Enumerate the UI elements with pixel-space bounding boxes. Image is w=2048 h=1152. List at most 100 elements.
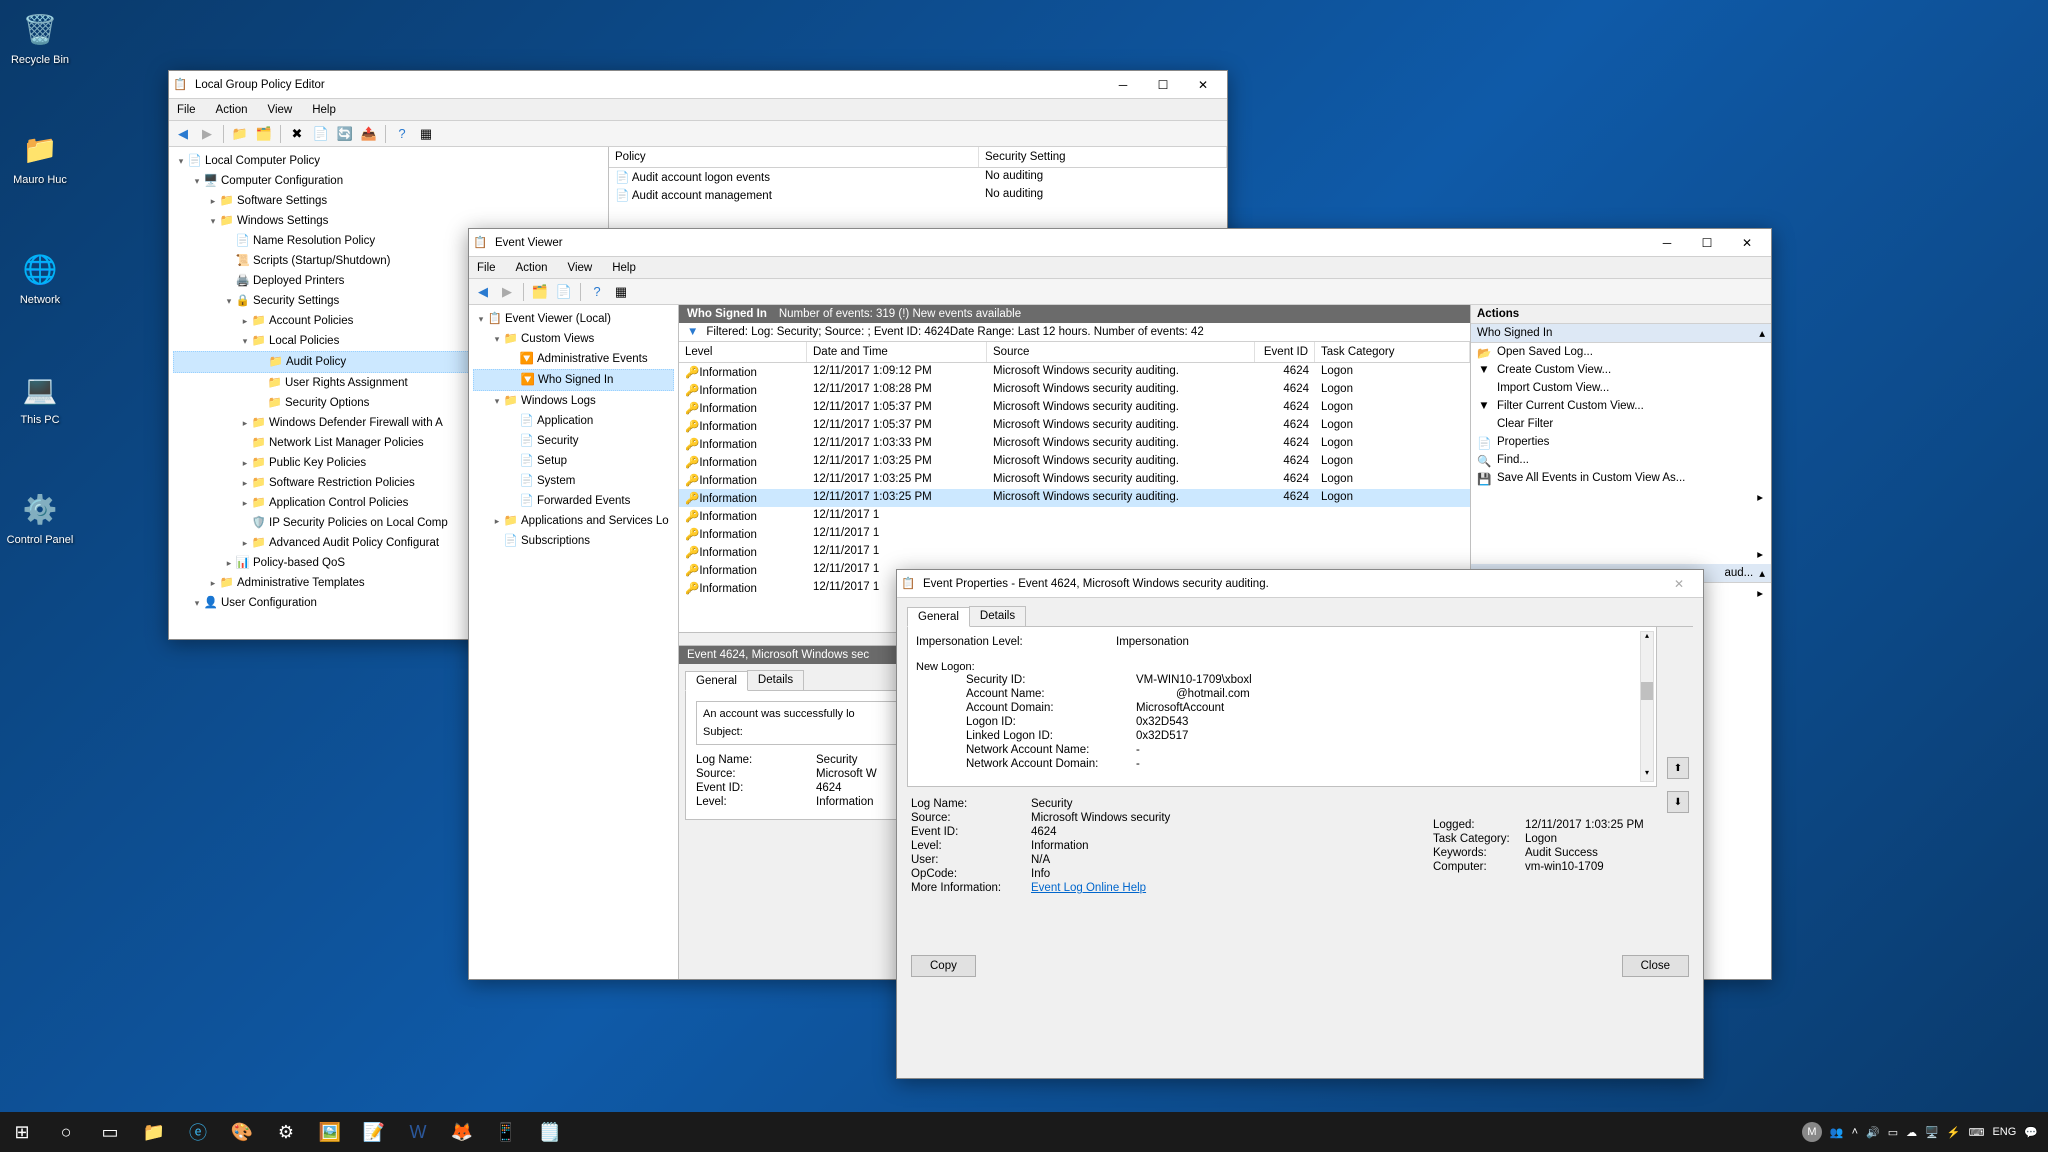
expand-icon[interactable]: ▾ <box>207 212 219 230</box>
edge-button[interactable]: ⓔ <box>176 1112 220 1152</box>
event-row[interactable]: 🔑Information12/11/2017 1:03:25 PMMicroso… <box>679 453 1470 471</box>
show-hide-tree-button[interactable]: 🗂️ <box>530 282 550 302</box>
forward-button[interactable]: ▶ <box>197 124 217 144</box>
help-button[interactable]: ? <box>587 282 607 302</box>
paint-button[interactable]: 🎨 <box>220 1112 264 1152</box>
scroll-thumb[interactable] <box>1641 682 1653 700</box>
people-icon[interactable]: 👥 <box>1830 1126 1844 1139</box>
tree-node[interactable]: 📄Setup <box>473 451 674 471</box>
settings-button[interactable]: ⚙ <box>264 1112 308 1152</box>
expand-icon[interactable]: ▸ <box>239 494 251 512</box>
menu-view[interactable]: View <box>264 102 297 118</box>
action-item[interactable]: ▼Create Custom View... <box>1471 361 1771 379</box>
delete-button[interactable]: ✖ <box>287 124 307 144</box>
app-button[interactable]: 📱 <box>484 1112 528 1152</box>
column-security-setting[interactable]: Security Setting <box>979 147 1227 167</box>
column-source[interactable]: Source <box>987 342 1255 362</box>
start-button[interactable]: ⊞ <box>0 1112 44 1152</box>
task-view-button[interactable]: ▭ <box>88 1112 132 1152</box>
keyboard-icon[interactable]: ⌨ <box>1969 1126 1985 1139</box>
tree-node[interactable]: 📄Security <box>473 431 674 451</box>
expand-icon[interactable]: ▸ <box>239 534 251 552</box>
action-item[interactable]: 📂Open Saved Log... <box>1471 343 1771 361</box>
scroll-right-icon[interactable]: ▸ <box>1757 547 1763 561</box>
action-item[interactable]: Import Custom View... <box>1471 379 1771 397</box>
expand-icon[interactable]: ▾ <box>475 310 487 328</box>
eventviewer-tree[interactable]: ▾📋Event Viewer (Local)▾📁Custom Views🔽Adm… <box>469 305 679 979</box>
properties-button[interactable]: 📄 <box>311 124 331 144</box>
tab-details[interactable]: Details <box>747 670 804 690</box>
policy-row[interactable]: 📄 Audit account managementNo auditing <box>609 186 1227 204</box>
desktop-icon-this-pc[interactable]: 💻This PC <box>5 368 75 426</box>
network-icon[interactable]: 🖥️ <box>1925 1126 1939 1139</box>
eventprops-titlebar[interactable]: 📋 Event Properties - Event 4624, Microso… <box>897 570 1703 598</box>
menu-view[interactable]: View <box>564 260 597 276</box>
expand-icon[interactable]: ▸ <box>239 312 251 330</box>
column-date[interactable]: Date and Time <box>807 342 987 362</box>
photos-button[interactable]: 🖼️ <box>308 1112 352 1152</box>
scroll-down-icon[interactable]: ▾ <box>1640 768 1654 782</box>
expand-icon[interactable]: ▾ <box>175 152 187 170</box>
copy-button[interactable]: Copy <box>911 955 976 977</box>
extra-button[interactable]: ▦ <box>416 124 436 144</box>
collapse-icon[interactable]: ▴ <box>1759 326 1765 340</box>
column-event-id[interactable]: Event ID <box>1255 342 1315 362</box>
action-item[interactable]: 📄Properties <box>1471 433 1771 451</box>
column-policy[interactable]: Policy <box>609 147 979 167</box>
tree-node[interactable]: 📄System <box>473 471 674 491</box>
tree-node[interactable]: 🔽Administrative Events <box>473 349 674 369</box>
file-explorer-button[interactable]: 📁 <box>132 1112 176 1152</box>
up-button[interactable]: 📁 <box>230 124 250 144</box>
close-button[interactable]: ✕ <box>1659 571 1699 597</box>
sticky-notes-button[interactable]: 🗒️ <box>528 1112 572 1152</box>
tree-node[interactable]: ▸📁Applications and Services Lo <box>473 511 674 531</box>
event-row[interactable]: 🔑Information12/11/2017 1 <box>679 507 1470 525</box>
volume-icon[interactable]: 🔊 <box>1866 1126 1880 1139</box>
maximize-button[interactable]: ☐ <box>1687 230 1727 256</box>
event-row[interactable]: 🔑Information12/11/2017 1:03:25 PMMicroso… <box>679 471 1470 489</box>
help-button[interactable]: ? <box>392 124 412 144</box>
event-row[interactable]: 🔑Information12/11/2017 1:09:12 PMMicroso… <box>679 363 1470 381</box>
expand-icon[interactable]: ▸ <box>207 574 219 592</box>
tree-node[interactable]: ▾📋Event Viewer (Local) <box>473 309 674 329</box>
event-row[interactable]: 🔑Information12/11/2017 1 <box>679 543 1470 561</box>
event-row[interactable]: 🔑Information12/11/2017 1:08:28 PMMicroso… <box>679 381 1470 399</box>
word-button[interactable]: W <box>396 1112 440 1152</box>
gpedit-titlebar[interactable]: 📋 Local Group Policy Editor ─ ☐ ✕ <box>169 71 1227 99</box>
collapse-icon[interactable]: ▴ <box>1759 566 1765 580</box>
expand-icon[interactable]: ▸ <box>239 474 251 492</box>
desktop-icon-recycle-bin[interactable]: 🗑️Recycle Bin <box>5 8 75 66</box>
expand-icon[interactable]: ▾ <box>491 392 503 410</box>
menu-action[interactable]: Action <box>512 260 552 276</box>
expand-icon[interactable]: ▾ <box>491 330 503 348</box>
tab-details[interactable]: Details <box>969 606 1026 626</box>
tree-node[interactable]: 📄Subscriptions <box>473 531 674 551</box>
tree-node[interactable]: ▸📁Software Settings <box>173 191 604 211</box>
expand-icon[interactable]: ▸ <box>239 454 251 472</box>
tab-general[interactable]: General <box>685 671 748 691</box>
expand-icon[interactable]: ▾ <box>223 292 235 310</box>
cortana-button[interactable]: ○ <box>44 1112 88 1152</box>
notepad-button[interactable]: 📝 <box>352 1112 396 1152</box>
column-level[interactable]: Level <box>679 342 807 362</box>
previous-event-button[interactable]: ⬆ <box>1667 757 1689 779</box>
menu-help[interactable]: Help <box>308 102 340 118</box>
event-row[interactable]: 🔑Information12/11/2017 1:03:25 PMMicroso… <box>679 489 1470 507</box>
desktop-icon-control-panel[interactable]: ⚙️Control Panel <box>5 488 75 546</box>
event-row[interactable]: 🔑Information12/11/2017 1:05:37 PMMicroso… <box>679 417 1470 435</box>
expand-icon[interactable]: ▸ <box>491 512 503 530</box>
action-item[interactable]: ▼Filter Current Custom View... <box>1471 397 1771 415</box>
scroll-right-icon[interactable]: ▸ <box>1757 586 1763 600</box>
minimize-button[interactable]: ─ <box>1647 230 1687 256</box>
menu-action[interactable]: Action <box>212 102 252 118</box>
expand-icon[interactable]: ▾ <box>191 172 203 190</box>
refresh-button[interactable]: 🔄 <box>335 124 355 144</box>
action-center-icon[interactable]: 💬 <box>2024 1126 2038 1139</box>
expand-icon[interactable]: ▸ <box>207 192 219 210</box>
tab-general[interactable]: General <box>907 607 970 627</box>
display-icon[interactable]: ▭ <box>1888 1126 1898 1139</box>
forward-button[interactable]: ▶ <box>497 282 517 302</box>
back-button[interactable]: ◀ <box>473 282 493 302</box>
tree-node[interactable]: 📄Forwarded Events <box>473 491 674 511</box>
properties-button[interactable]: 📄 <box>554 282 574 302</box>
